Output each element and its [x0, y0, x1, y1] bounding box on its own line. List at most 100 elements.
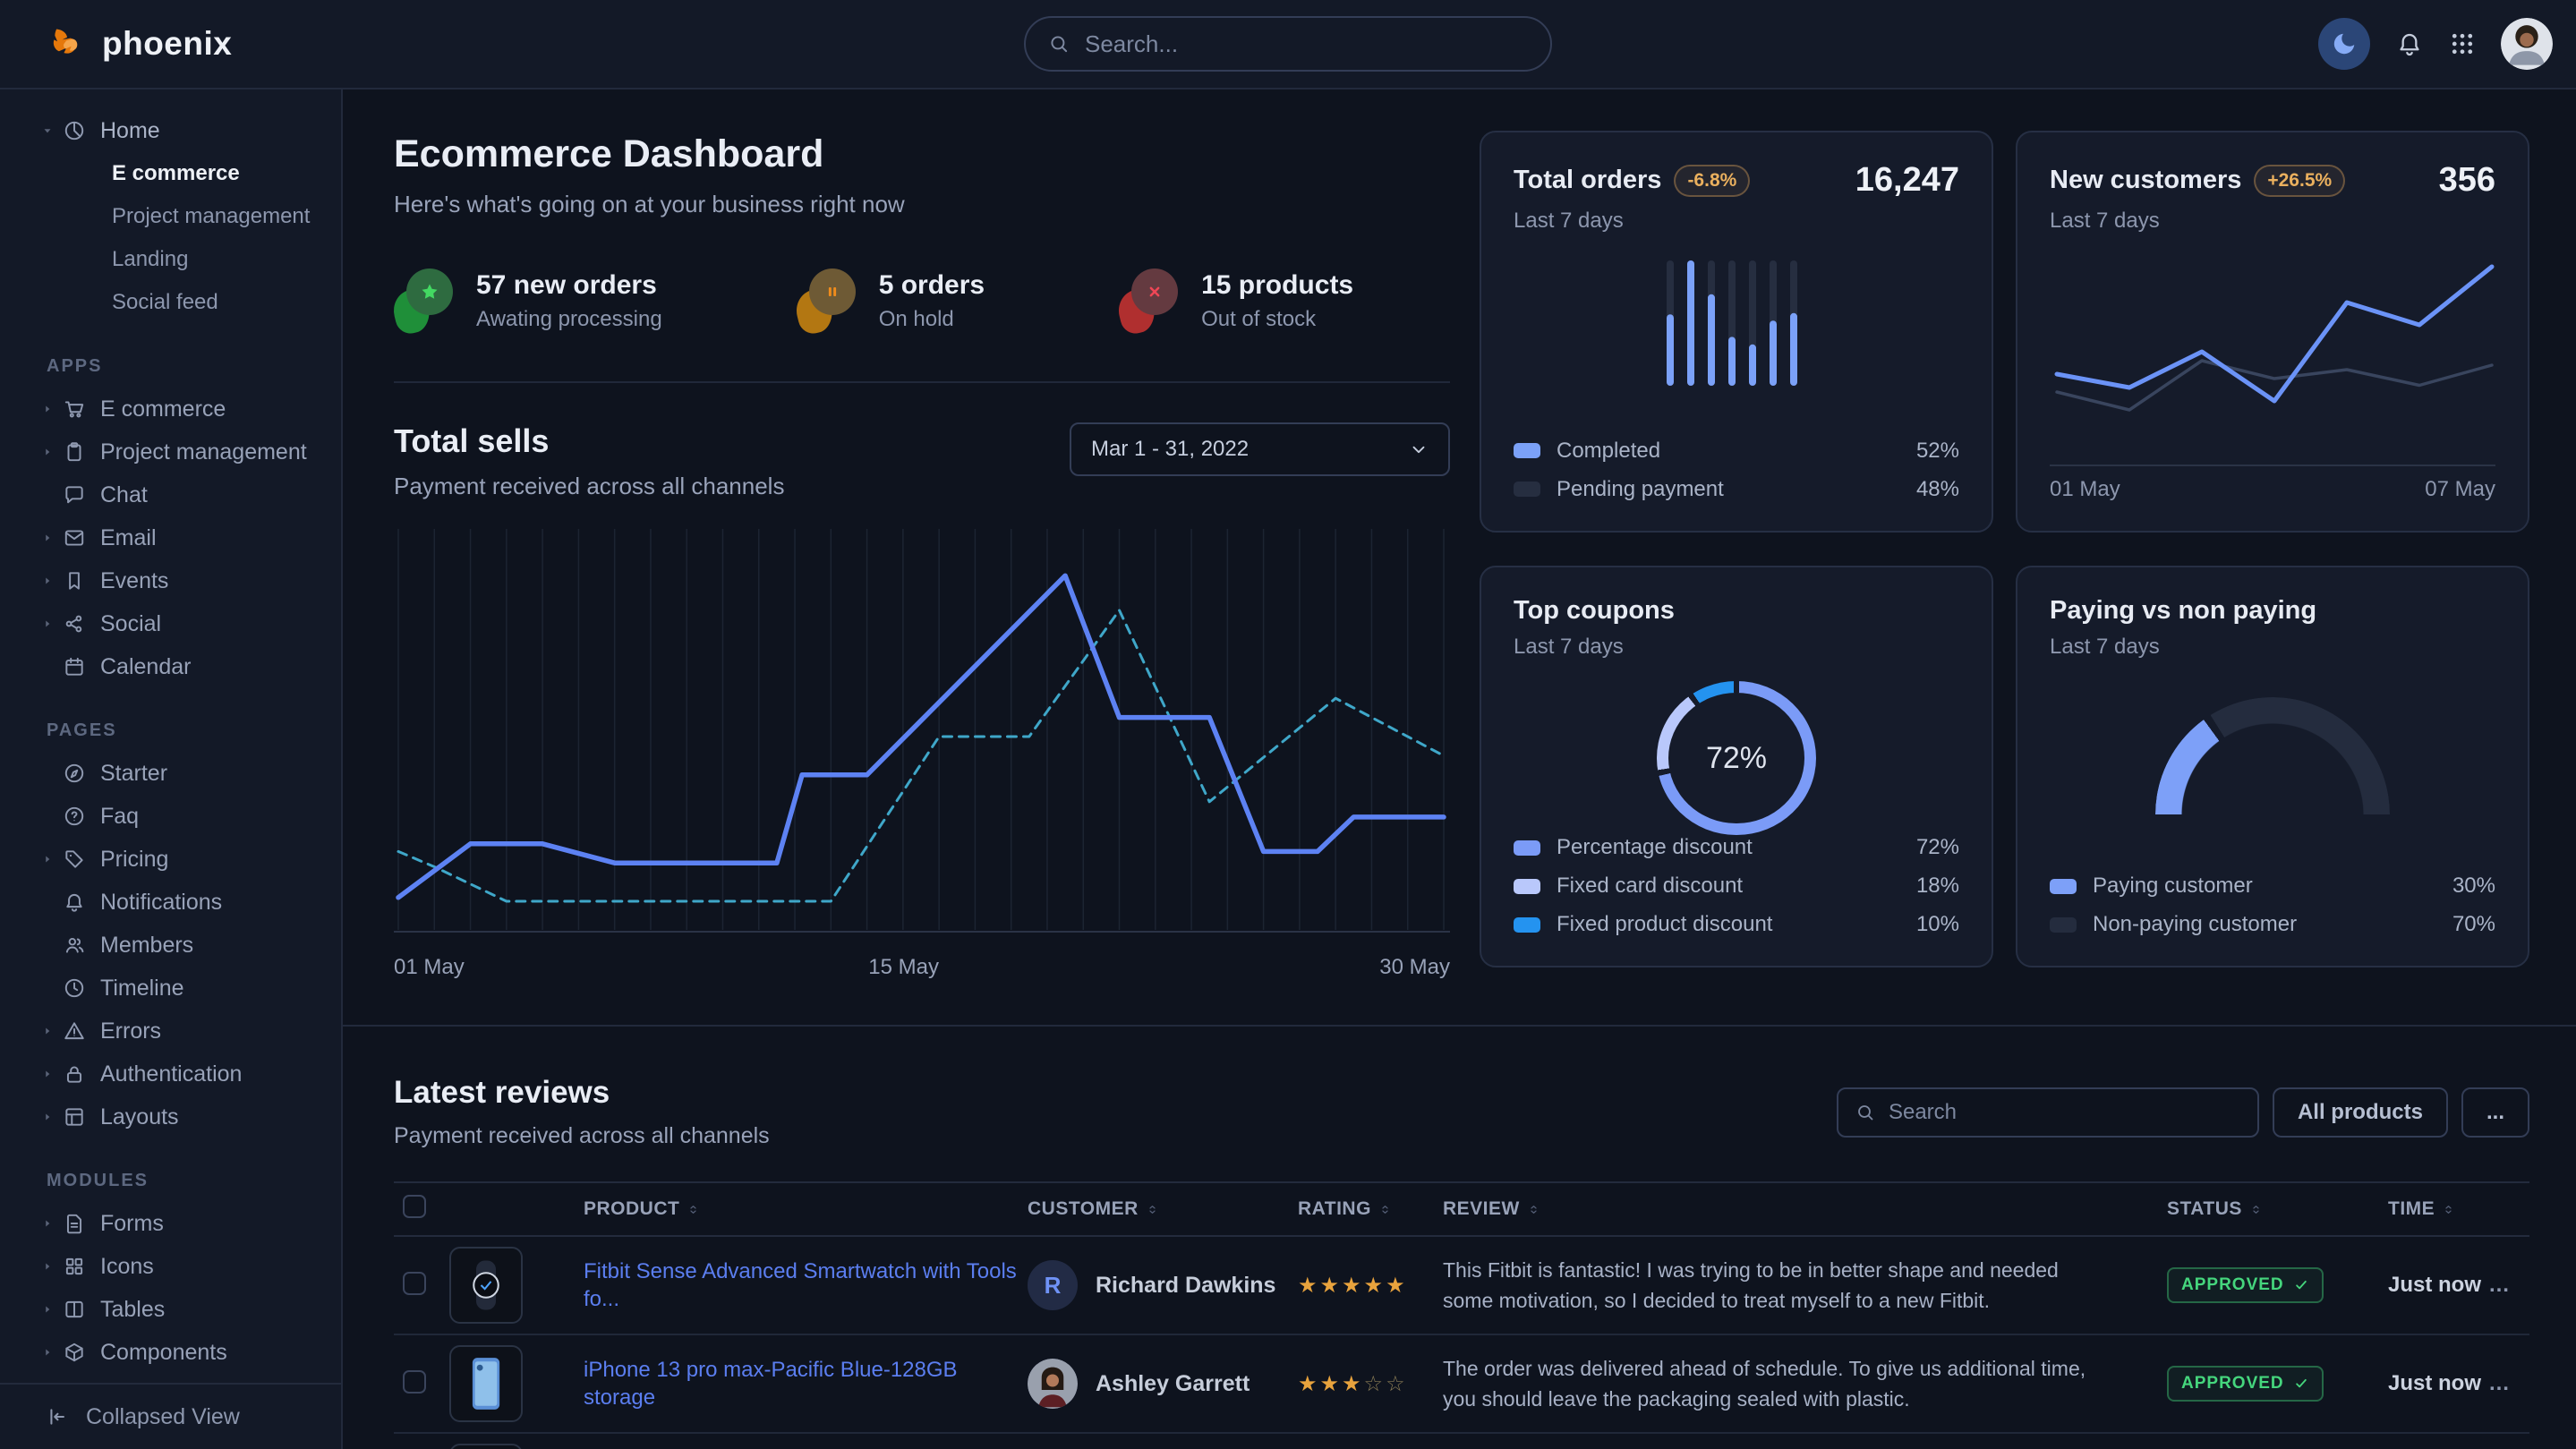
sidebar-item-events[interactable]: Events	[0, 559, 341, 602]
app-root: phoenix HomeE commerc	[0, 89, 2576, 1449]
sidebar-item-project-management[interactable]: Project management	[0, 430, 341, 473]
sidebar-item-forms[interactable]: Forms	[0, 1202, 341, 1245]
user-avatar[interactable]	[2501, 18, 2553, 70]
sort-icon	[687, 1203, 700, 1216]
caret-right-icon	[41, 575, 63, 587]
sidebar-subitem-landing[interactable]: Landing	[0, 238, 341, 281]
sidebar-item-calendar[interactable]: Calendar	[0, 645, 341, 688]
legend-label: Fixed product discount	[1557, 912, 1772, 937]
legend-row: Fixed product discount 10%	[1514, 912, 1959, 937]
reviews-table-body: Fitbit Sense Advanced Smartwatch with To…	[394, 1237, 2529, 1449]
sidebar-subitem-e-commerce[interactable]: E commerce	[0, 152, 341, 195]
star-filled-icon: ★	[1320, 1274, 1343, 1298]
sidebar-item-chat[interactable]: Chat	[0, 473, 341, 516]
date-range-value: Mar 1 - 31, 2022	[1091, 437, 1249, 462]
stat-label: Awating processing	[476, 307, 662, 332]
main-content: Ecommerce Dashboard Here's what's going …	[343, 89, 2576, 1449]
brand-logo[interactable]: phoenix	[48, 24, 232, 64]
legend-swatch	[2050, 879, 2077, 894]
sidebar-item-members[interactable]: Members	[0, 924, 341, 967]
rating-stars: ★★★☆☆	[1298, 1371, 1443, 1397]
sidebar-item-home[interactable]: Home	[0, 109, 341, 152]
star-empty-icon: ☆	[1386, 1372, 1408, 1396]
legend-value: 10%	[1916, 912, 1959, 937]
sidebar-item-e-commerce[interactable]: E commerce	[0, 388, 341, 430]
apps-grid-button[interactable]	[2449, 30, 2476, 57]
date-range-select[interactable]: Mar 1 - 31, 2022	[1070, 422, 1450, 476]
page-title: Ecommerce Dashboard	[394, 132, 1450, 176]
sidebar-item-tables[interactable]: Tables	[0, 1288, 341, 1331]
sidebar-item-components[interactable]: Components	[0, 1331, 341, 1374]
stat-pause: 5 orders On hold	[797, 268, 985, 333]
theme-toggle-button[interactable]	[2318, 18, 2370, 70]
caret-right-icon	[41, 1346, 63, 1359]
sidebar-item-email[interactable]: Email	[0, 516, 341, 559]
product-link[interactable]: Fitbit Sense Advanced Smartwatch with To…	[584, 1259, 1017, 1311]
product-link[interactable]: iPhone 13 pro max-Pacific Blue-128GB sto…	[584, 1358, 958, 1410]
sidebar-subitem-project-management[interactable]: Project management	[0, 195, 341, 238]
reviews-table-header: PRODUCTCUSTOMERRATINGREVIEWSTATUSTIME	[394, 1181, 2529, 1237]
sidebar-item-layouts[interactable]: Layouts	[0, 1095, 341, 1138]
column-header-time[interactable]: TIME	[2388, 1198, 2488, 1220]
reviews-search	[1837, 1087, 2259, 1138]
select-all-checkbox[interactable]	[403, 1195, 426, 1218]
sidebar-item-icons[interactable]: Icons	[0, 1245, 341, 1288]
product-thumbnail[interactable]	[449, 1345, 523, 1422]
sidebar-item-notifications[interactable]: Notifications	[0, 881, 341, 924]
sidebar-subitem-social-feed[interactable]: Social feed	[0, 281, 341, 324]
chevron-down-icon	[1409, 439, 1429, 459]
column-header-rating[interactable]: RATING	[1298, 1198, 1443, 1220]
search-input[interactable]	[1085, 30, 1529, 58]
reviews-table: PRODUCTCUSTOMERRATINGREVIEWSTATUSTIME Fi…	[394, 1181, 2529, 1449]
new-customers-x-labels: 01 May 07 May	[2050, 465, 2495, 502]
column-header-status[interactable]: STATUS	[2167, 1198, 2388, 1220]
sidebar-item-errors[interactable]: Errors	[0, 1010, 341, 1053]
clipboard-icon	[63, 440, 100, 464]
reviews-search-input[interactable]	[1889, 1100, 2241, 1125]
grid-icon	[2449, 30, 2476, 57]
customer-name: Ashley Garrett	[1096, 1371, 1250, 1397]
collapsed-view-toggle[interactable]: Collapsed View	[0, 1383, 341, 1449]
row-menu-button[interactable]: …	[2488, 1371, 2510, 1395]
caret-right-icon	[41, 532, 63, 544]
product-thumbnail[interactable]	[449, 1444, 523, 1449]
legend-swatch	[1514, 443, 1540, 458]
sidebar-item-social[interactable]: Social	[0, 602, 341, 645]
sidebar-item-authentication[interactable]: Authentication	[0, 1053, 341, 1095]
lock-icon	[63, 1062, 100, 1086]
stat-star: 57 new orders Awating processing	[394, 268, 662, 333]
sidebar-item-starter[interactable]: Starter	[0, 752, 341, 795]
table-row: iPhone 13 pro max-Pacific Blue-128GB sto…	[394, 1335, 2529, 1434]
legend-label: Paying customer	[2093, 874, 2253, 899]
sidebar-item-timeline[interactable]: Timeline	[0, 967, 341, 1010]
sidebar: HomeE commerceProject managementLandingS…	[0, 89, 343, 1449]
all-products-button[interactable]: All products	[2273, 1087, 2448, 1138]
review-time: Just now	[2388, 1371, 2488, 1396]
legend-row: Percentage discount 72%	[1514, 835, 1959, 860]
column-header-customer[interactable]: CUSTOMER	[1028, 1198, 1298, 1220]
x-tick-label: 01 May	[394, 955, 465, 980]
collapse-label: Collapsed View	[86, 1404, 240, 1430]
reviews-menu-button[interactable]: ...	[2461, 1087, 2529, 1138]
sidebar-item-pricing[interactable]: Pricing	[0, 838, 341, 881]
cart-icon	[63, 397, 100, 421]
row-checkbox[interactable]	[403, 1272, 426, 1295]
row-checkbox[interactable]	[403, 1370, 426, 1394]
row-menu-button[interactable]: …	[2488, 1273, 2510, 1297]
new-customers-chart	[2050, 253, 2495, 457]
legend-label: Completed	[1557, 439, 1660, 464]
bookmark-icon	[63, 569, 100, 592]
notifications-button[interactable]	[2395, 30, 2424, 58]
coupons-donut-chart: 72%	[1657, 681, 1816, 835]
rating-stars: ★★★★★	[1298, 1273, 1443, 1299]
product-thumbnail[interactable]	[449, 1247, 523, 1324]
card-title: Paying vs non paying	[2050, 596, 2316, 626]
phoenix-logo-icon	[48, 24, 88, 64]
avatar-initial: R	[1045, 1272, 1062, 1300]
status-badge: APPROVED	[2167, 1267, 2324, 1303]
legend-swatch	[1514, 482, 1540, 497]
sidebar-item-faq[interactable]: Faq	[0, 795, 341, 838]
column-header-product[interactable]: PRODUCT	[584, 1198, 1028, 1220]
column-header-review[interactable]: REVIEW	[1443, 1198, 2167, 1220]
bell-icon	[2395, 30, 2424, 58]
